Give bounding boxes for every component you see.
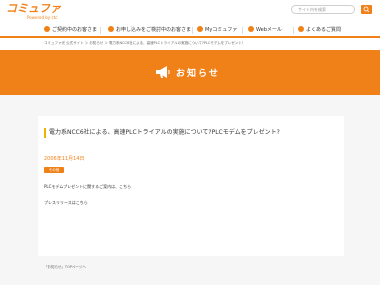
article-title: 電力系NCC6社による、高速PLCトライアルの実施について?PLCモデムをプレゼ…	[44, 128, 340, 138]
search-icon[interactable]	[361, 5, 372, 14]
global-nav: ご契約中のお客さま お申し込みをご検討中のお客さま Myコミュファ Webメール…	[0, 25, 380, 38]
nav-item-my-commufa[interactable]: Myコミュファ	[197, 25, 237, 36]
nav-item-label: よくあるご質問	[306, 27, 342, 33]
nav-item-label: ご契約中のお客さま	[52, 27, 98, 33]
nav-item-current-customers[interactable]: ご契約中のお客さま	[44, 25, 97, 36]
person-icon	[44, 25, 50, 32]
press-release-link[interactable]: プレスリリースはこちら	[44, 200, 88, 206]
page-title: お知らせ	[176, 68, 220, 79]
site-header: コミュファ Powered by ctc サイト内を検索	[0, 0, 380, 25]
nav-item-label: Webメール	[256, 27, 282, 33]
commufa-logo[interactable]: コミュファ Powered by ctc	[6, 3, 66, 23]
question-icon	[298, 25, 304, 32]
nav-divider	[192, 27, 193, 34]
article-date: 2006年11月14日	[44, 156, 85, 162]
nav-item-label: Myコミュファ	[205, 27, 238, 33]
user-icon	[197, 25, 203, 32]
breadcrumb[interactable]: コミュファ光 公式サイト ＞ お知らせ ＞ 電力系NCC6社による、高速PLCト…	[44, 41, 245, 46]
nav-item-webmail[interactable]: Webメール	[248, 25, 282, 36]
nav-divider	[242, 27, 243, 34]
news-top-link[interactable]: 「お知らせ」TOPページへ	[44, 265, 86, 270]
category-badge: その他	[44, 167, 64, 173]
logo-text: コミュファ	[6, 2, 61, 15]
document-icon	[108, 25, 114, 32]
article-card: 電力系NCC6社による、高速PLCトライアルの実施について?PLCモデムをプレゼ…	[38, 116, 344, 256]
megaphone-icon	[156, 66, 170, 78]
search-input[interactable]: サイト内を検索	[291, 5, 355, 14]
nav-divider	[293, 27, 294, 34]
nav-divider	[100, 27, 101, 34]
hero-banner: お知らせ	[0, 50, 380, 95]
plc-modem-link[interactable]: PLCモデムプレゼントに関するご案内は、こちら	[44, 184, 131, 190]
nav-item-label: お申し込みをご検討中のお客さま	[116, 27, 192, 33]
mail-icon	[248, 25, 254, 32]
nav-item-faq[interactable]: よくあるご質問	[298, 25, 341, 36]
hero-content: お知らせ	[155, 64, 220, 80]
nav-item-prospective-customers[interactable]: お申し込みをご検討中のお客さま	[108, 25, 191, 36]
logo-subtext: Powered by ctc	[27, 15, 58, 20]
